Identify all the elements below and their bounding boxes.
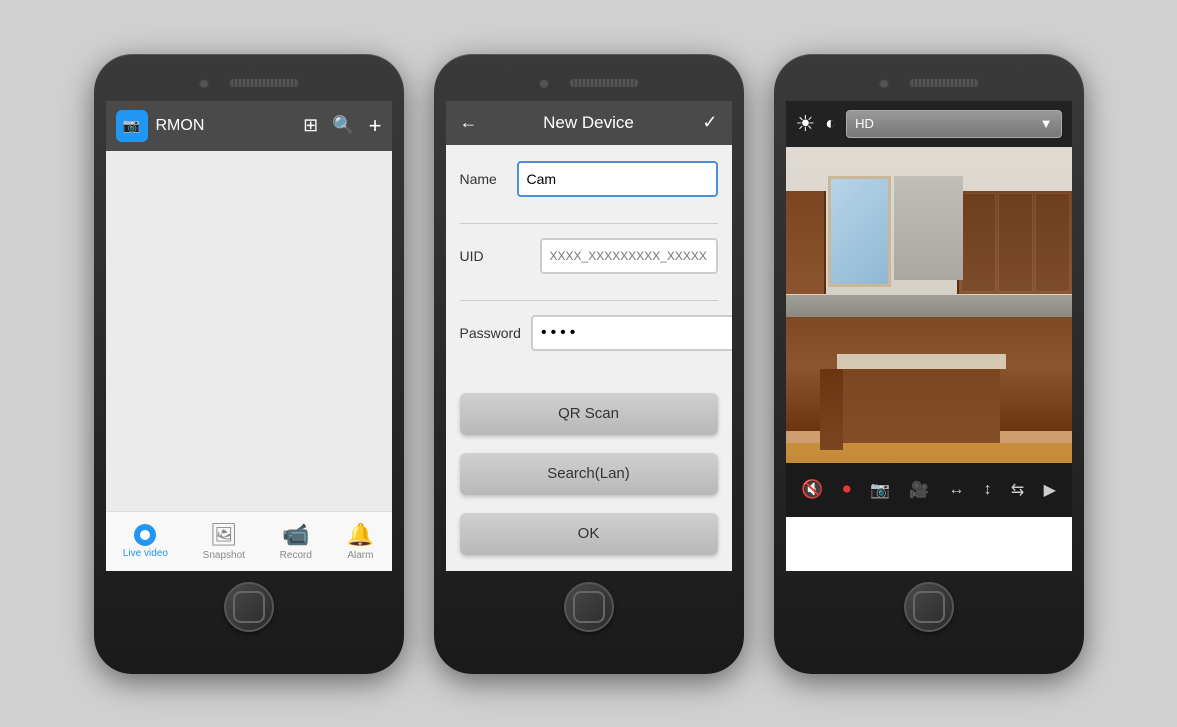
flip-icon[interactable]: ⇆ bbox=[1011, 480, 1024, 500]
speaker-grille-2 bbox=[569, 79, 639, 87]
phone-1: 📷 RMON ⊞ 🔍 + Live video bbox=[94, 54, 404, 674]
video-call-icon[interactable]: 🎥 bbox=[909, 480, 929, 500]
phone-3-screen: ☀ ◐ HD ▼ bbox=[786, 101, 1072, 571]
phone-3: ☀ ◐ HD ▼ bbox=[774, 54, 1084, 674]
camera-dot-2 bbox=[539, 78, 549, 88]
record-icon: 📹 bbox=[282, 522, 309, 548]
phone-1-bottom bbox=[106, 577, 392, 637]
confirm-button[interactable]: ✓ bbox=[702, 112, 717, 133]
divider-2 bbox=[460, 300, 718, 301]
island-top bbox=[837, 354, 1006, 369]
phone-3-bottom bbox=[786, 577, 1072, 637]
play-icon[interactable]: ▶ bbox=[1044, 480, 1056, 500]
divider-1 bbox=[460, 223, 718, 224]
camera-dot bbox=[199, 78, 209, 88]
phone-3-content: ☀ ◐ HD ▼ bbox=[786, 101, 1072, 571]
tab-live-video[interactable]: Live video bbox=[115, 520, 176, 563]
phone-1-content: 📷 RMON ⊞ 🔍 + Live video bbox=[106, 101, 392, 571]
home-button-inner-2 bbox=[573, 591, 605, 623]
phone-1-screen: 📷 RMON ⊞ 🔍 + Live video bbox=[106, 101, 392, 571]
ok-button[interactable]: OK bbox=[460, 513, 718, 555]
tab-record[interactable]: 📹 Record bbox=[272, 518, 320, 565]
name-input[interactable] bbox=[517, 161, 718, 197]
password-label: Password bbox=[460, 325, 521, 341]
phone-2-content: ← New Device ✓ Name UID bbox=[446, 101, 732, 571]
password-row: Password bbox=[460, 315, 718, 351]
cabinet-door-2 bbox=[998, 193, 1033, 293]
quality-dropdown[interactable]: HD ▼ bbox=[846, 110, 1061, 138]
camera-feed: 🔇 ⏺ 📷 🎥 ↔ ↕ ⇆ ▶ bbox=[786, 147, 1072, 517]
home-button-inner-3 bbox=[913, 591, 945, 623]
search-lan-button[interactable]: Search(Lan) bbox=[460, 453, 718, 495]
tab-alarm[interactable]: 🔔 Alarm bbox=[339, 518, 382, 565]
cabinet-door-1 bbox=[961, 193, 996, 293]
cabinet-doors bbox=[959, 191, 1071, 295]
name-row: Name bbox=[460, 161, 718, 197]
live-video-icon bbox=[134, 524, 156, 546]
new-device-header: ← New Device ✓ bbox=[446, 101, 732, 145]
uid-label: UID bbox=[460, 248, 530, 264]
rmon-logo: 📷 bbox=[116, 110, 148, 142]
qr-scan-button[interactable]: QR Scan bbox=[460, 393, 718, 435]
phone-2-top bbox=[446, 69, 732, 97]
brightness-icon[interactable]: ☀ bbox=[796, 111, 816, 137]
tab-bar: Live video 🖼 Snapshot 📹 Record 🔔 Alarm bbox=[106, 511, 392, 571]
search-icon[interactable]: 🔍 bbox=[332, 115, 354, 136]
record-video-icon[interactable]: ⏺ bbox=[843, 481, 851, 499]
alarm-icon: 🔔 bbox=[347, 522, 374, 548]
pan-icon[interactable]: ↔ bbox=[948, 481, 964, 499]
add-icon[interactable]: + bbox=[369, 113, 382, 139]
window bbox=[828, 176, 891, 287]
phone-2-screen: ← New Device ✓ Name UID bbox=[446, 101, 732, 571]
new-device-title: New Device bbox=[543, 113, 634, 133]
name-label: Name bbox=[460, 171, 507, 187]
password-input[interactable] bbox=[531, 315, 732, 351]
grid-icon[interactable]: ⊞ bbox=[303, 115, 318, 136]
phone-2-bottom bbox=[446, 577, 732, 637]
spacer bbox=[460, 373, 718, 383]
speaker-grille bbox=[229, 79, 299, 87]
kitchen-scene bbox=[786, 147, 1072, 517]
uid-input[interactable] bbox=[540, 238, 718, 274]
rmon-header: 📷 RMON ⊞ 🔍 + bbox=[106, 101, 392, 151]
uid-row: UID bbox=[460, 238, 718, 274]
app-title: RMON bbox=[156, 117, 296, 135]
back-button[interactable]: ← bbox=[460, 112, 478, 133]
snapshot-icon: 🖼 bbox=[210, 522, 238, 548]
home-button-1[interactable] bbox=[224, 582, 274, 632]
tilt-icon[interactable]: ↕ bbox=[984, 481, 992, 499]
upper-cabinet-left bbox=[786, 191, 826, 295]
phone-2: ← New Device ✓ Name UID bbox=[434, 54, 744, 674]
speaker-grille-3 bbox=[909, 79, 979, 87]
mute-icon[interactable]: 🔇 bbox=[801, 479, 823, 500]
live-dot bbox=[140, 530, 150, 540]
tab-alarm-label: Alarm bbox=[347, 550, 373, 561]
tab-snapshot[interactable]: 🖼 Snapshot bbox=[195, 518, 253, 565]
camera-header: ☀ ◐ HD ▼ bbox=[786, 101, 1072, 147]
main-content-area bbox=[106, 151, 392, 571]
home-button-2[interactable] bbox=[564, 582, 614, 632]
upper-cabinet-right bbox=[957, 191, 1071, 295]
chair-1 bbox=[820, 369, 843, 450]
header-icons: ⊞ 🔍 + bbox=[303, 113, 381, 139]
tab-record-label: Record bbox=[280, 550, 312, 561]
cabinet-door-3 bbox=[1035, 193, 1070, 293]
home-button-inner-1 bbox=[233, 591, 265, 623]
camera-controls: 🔇 ⏺ 📷 🎥 ↔ ↕ ⇆ ▶ bbox=[786, 463, 1072, 517]
device-form: Name UID Password QR Scan bbox=[446, 145, 732, 571]
contrast-icon[interactable]: ◐ bbox=[825, 113, 836, 134]
tab-live-video-label: Live video bbox=[123, 548, 168, 559]
range-hood bbox=[894, 176, 963, 280]
camera-icon: 📷 bbox=[123, 117, 140, 134]
camera-snapshot-icon[interactable]: 📷 bbox=[870, 480, 890, 500]
dropdown-arrow: ▼ bbox=[1040, 116, 1053, 131]
tab-snapshot-label: Snapshot bbox=[203, 550, 245, 561]
camera-dot-3 bbox=[879, 78, 889, 88]
phone-3-top bbox=[786, 69, 1072, 97]
countertop bbox=[786, 295, 1072, 317]
home-button-3[interactable] bbox=[904, 582, 954, 632]
quality-label: HD bbox=[855, 116, 874, 131]
phone-1-top bbox=[106, 69, 392, 97]
